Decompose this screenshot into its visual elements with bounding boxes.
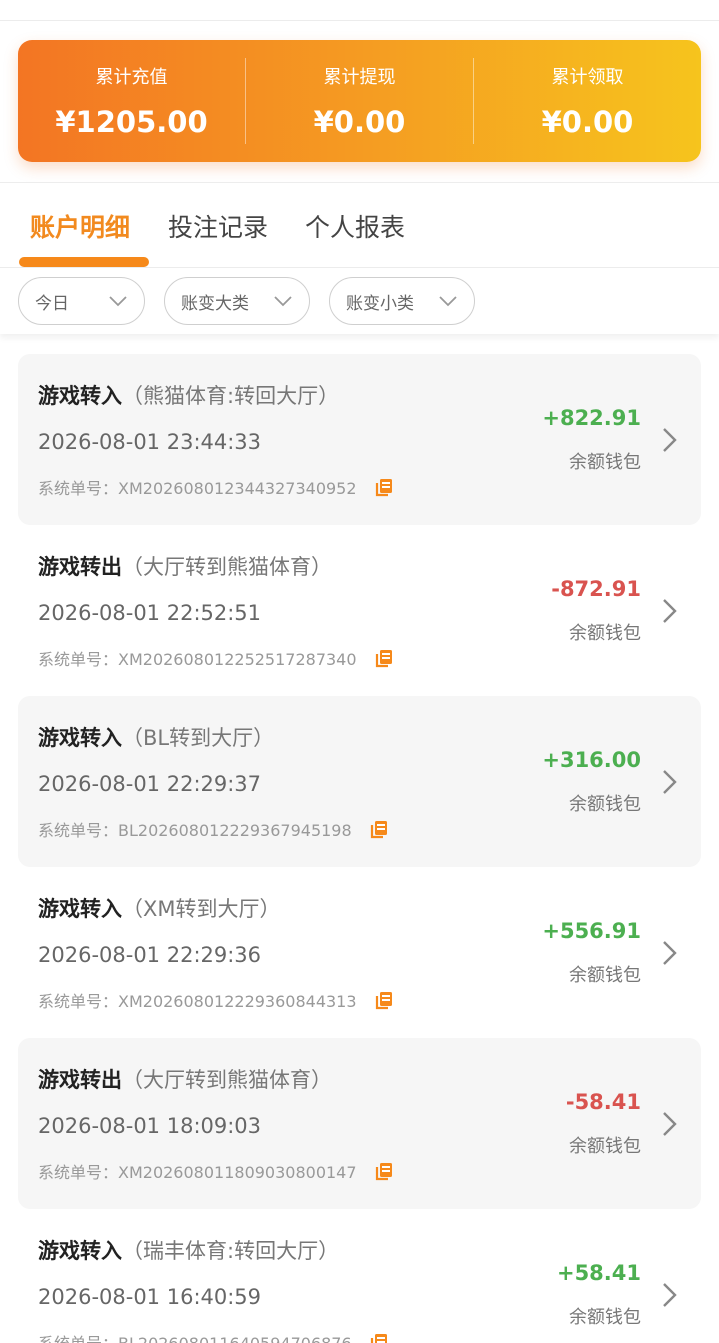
record-time: 2026-08-01 22:29:37 (38, 772, 262, 796)
record-wallet: 余额钱包 (569, 794, 641, 815)
copy-icon[interactable] (368, 818, 390, 840)
summary-recharge: 累计充值 ¥1205.00 (18, 40, 245, 162)
record-type: 游戏转出 (38, 555, 122, 579)
order-number: 系统单号：XM202608012229360844313 (38, 992, 357, 1011)
record-order: 系统单号：BL202608011640594706876 (38, 1330, 390, 1343)
filter-subcategory-dropdown[interactable]: 账变小类 (329, 277, 475, 325)
section-divider (0, 182, 719, 183)
record-order: 系统单号：XM202608012344327340952 (38, 475, 395, 499)
chevron-right-icon (663, 941, 677, 965)
record-wallet: 余额钱包 (569, 1307, 641, 1328)
record-order: 系统单号：XM202608012252517287340 (38, 646, 395, 670)
record-wallet: 余额钱包 (569, 965, 641, 986)
order-number: 系统单号：XM202608011809030800147 (38, 1163, 357, 1182)
record-amount: +316.00 (542, 748, 641, 772)
record-title: 游戏转入（熊猫体育:转回大厅） (38, 380, 339, 410)
record-title: 游戏转出（大厅转到熊猫体育） (38, 551, 332, 581)
copy-icon[interactable] (368, 1331, 390, 1343)
summary-received: 累计领取 ¥0.00 (474, 40, 701, 162)
chevron-right-icon (663, 1112, 677, 1136)
chevron-right-icon (663, 1283, 677, 1307)
copy-icon[interactable] (373, 1160, 395, 1182)
summary-label: 累计领取 (551, 67, 624, 88)
record-order: 系统单号：XM202608012229360844313 (38, 988, 395, 1012)
copy-icon[interactable] (373, 476, 395, 498)
record-item[interactable]: 游戏转出（大厅转到熊猫体育） 2026-08-01 22:52:51 系统单号：… (18, 525, 701, 696)
record-type: 游戏转入 (38, 726, 122, 750)
record-title: 游戏转出（大厅转到熊猫体育） (38, 1064, 332, 1094)
record-list: 游戏转入（熊猫体育:转回大厅） 2026-08-01 23:44:33 系统单号… (18, 354, 701, 1343)
filter-label: 今日 (35, 293, 69, 314)
record-title: 游戏转入（BL转到大厅） (38, 722, 274, 752)
order-number: 系统单号：BL202608011640594706876 (38, 1330, 352, 1343)
record-item[interactable]: 游戏转入（熊猫体育:转回大厅） 2026-08-01 23:44:33 系统单号… (18, 354, 701, 525)
record-item[interactable]: 游戏转入（瑞丰体育:转回大厅） 2026-08-01 16:40:59 系统单号… (18, 1209, 701, 1343)
tab-bet-records[interactable]: 投注记录 (168, 208, 268, 244)
record-title: 游戏转入（XM转到大厅） (38, 893, 281, 923)
record-amount: +58.41 (556, 1261, 641, 1285)
summary-withdraw: 累计提现 ¥0.00 (246, 40, 473, 162)
summary-card: 累计充值 ¥1205.00 累计提现 ¥0.00 累计领取 ¥0.00 (18, 40, 701, 162)
record-type: 游戏转入 (38, 897, 122, 921)
record-amount: +822.91 (542, 406, 641, 430)
record-wallet: 余额钱包 (569, 1136, 641, 1157)
record-order: 系统单号：BL202608012229367945198 (38, 817, 390, 841)
record-type: 游戏转出 (38, 1068, 122, 1092)
record-time: 2026-08-01 23:44:33 (38, 430, 262, 454)
record-type: 游戏转入 (38, 1239, 122, 1263)
filter-category-dropdown[interactable]: 账变大类 (164, 277, 310, 325)
summary-value: ¥0.00 (313, 105, 406, 139)
copy-icon[interactable] (373, 989, 395, 1011)
record-amount: -58.41 (565, 1090, 641, 1114)
record-type: 游戏转入 (38, 384, 122, 408)
account-details-screen: 累计充值 ¥1205.00 累计提现 ¥0.00 累计领取 ¥0.00 账户明细… (0, 0, 719, 1343)
chevron-down-icon (109, 296, 127, 307)
chevron-down-icon (439, 296, 457, 307)
record-item[interactable]: 游戏转入（BL转到大厅） 2026-08-01 22:29:37 系统单号：BL… (18, 696, 701, 867)
record-detail: （瑞丰体育:转回大厅） (122, 1239, 340, 1263)
summary-value: ¥1205.00 (55, 105, 208, 139)
order-number: 系统单号：BL202608012229367945198 (38, 821, 352, 840)
record-detail: （大厅转到熊猫体育） (122, 555, 332, 579)
summary-value: ¥0.00 (541, 105, 634, 139)
chevron-down-icon (274, 296, 292, 307)
record-order: 系统单号：XM202608011809030800147 (38, 1159, 395, 1183)
filter-label: 账变小类 (346, 293, 414, 314)
record-amount: +556.91 (542, 919, 641, 943)
record-item[interactable]: 游戏转入（XM转到大厅） 2026-08-01 22:29:36 系统单号：XM… (18, 867, 701, 1038)
tab-account-details[interactable]: 账户明细 (30, 208, 130, 244)
chevron-right-icon (663, 599, 677, 623)
record-title: 游戏转入（瑞丰体育:转回大厅） (38, 1235, 339, 1265)
record-time: 2026-08-01 16:40:59 (38, 1285, 262, 1309)
top-bar (0, 0, 719, 21)
record-detail: （XM转到大厅） (122, 897, 281, 921)
record-wallet: 余额钱包 (569, 623, 641, 644)
record-time: 2026-08-01 18:09:03 (38, 1114, 262, 1138)
chevron-right-icon (663, 770, 677, 794)
record-wallet: 余额钱包 (569, 452, 641, 473)
record-amount: -872.91 (551, 577, 641, 601)
summary-label: 累计充值 (95, 67, 168, 88)
filter-label: 账变大类 (181, 293, 249, 314)
record-time: 2026-08-01 22:52:51 (38, 601, 262, 625)
active-tab-indicator (19, 257, 149, 267)
order-number: 系统单号：XM202608012252517287340 (38, 650, 357, 669)
tab-bar: 账户明细 投注记录 个人报表 (0, 196, 719, 268)
filter-date-dropdown[interactable]: 今日 (18, 277, 145, 325)
record-item[interactable]: 游戏转出（大厅转到熊猫体育） 2026-08-01 18:09:03 系统单号：… (18, 1038, 701, 1209)
filter-bar: 今日 账变大类 账变小类 (0, 268, 719, 334)
copy-icon[interactable] (373, 647, 395, 669)
tab-personal-report[interactable]: 个人报表 (305, 208, 405, 244)
chevron-right-icon (663, 428, 677, 452)
record-detail: （大厅转到熊猫体育） (122, 1068, 332, 1092)
summary-label: 累计提现 (323, 67, 396, 88)
order-number: 系统单号：XM202608012344327340952 (38, 479, 357, 498)
record-detail: （BL转到大厅） (122, 726, 275, 750)
record-detail: （熊猫体育:转回大厅） (122, 384, 340, 408)
record-time: 2026-08-01 22:29:36 (38, 943, 262, 967)
